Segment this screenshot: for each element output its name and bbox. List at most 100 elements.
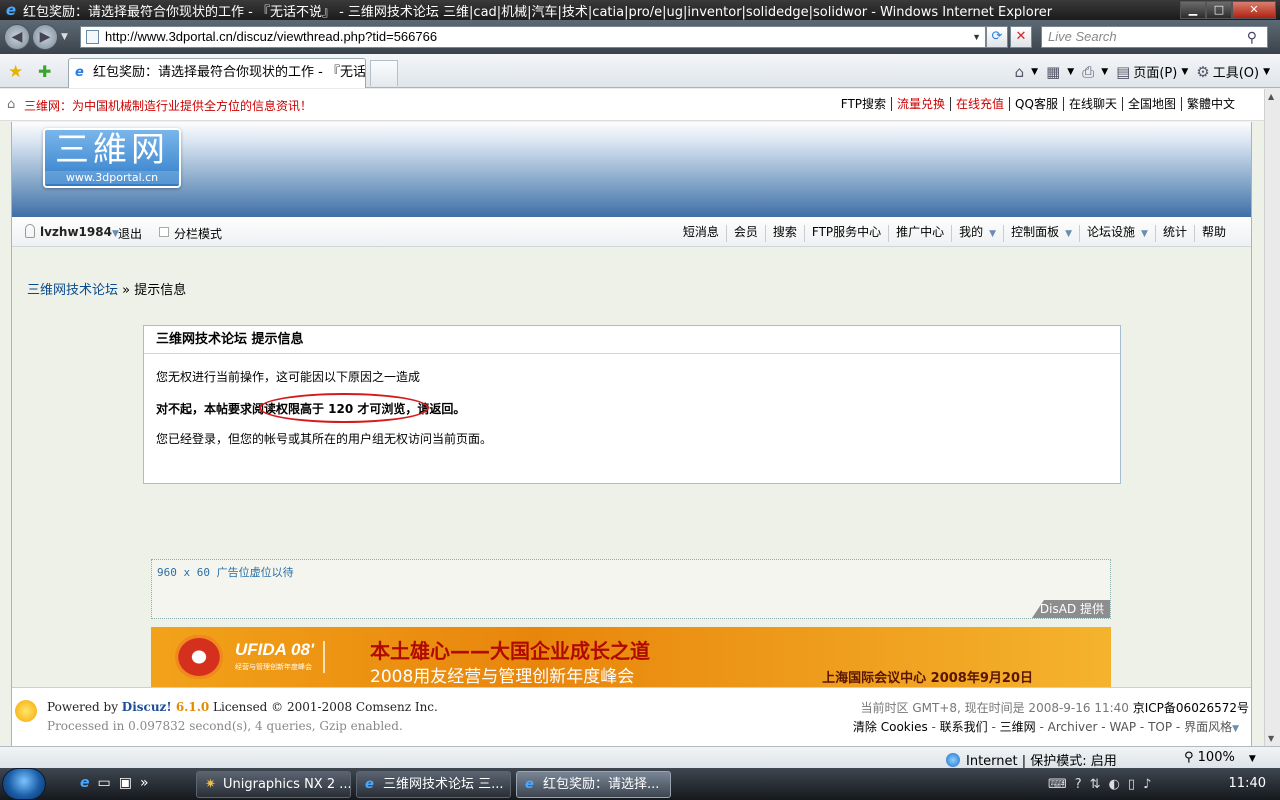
breadcrumb-home[interactable]: 三维网技术论坛	[27, 283, 118, 298]
ad-placeholder[interactable]: 960 x 60 广告位虚位以待 DisAD 提供	[151, 559, 1111, 619]
toplink-recharge[interactable]: 在线充值	[950, 97, 1009, 111]
security-zone[interactable]: Internet | 保护模式: 启用	[946, 750, 1117, 769]
icp-link[interactable]: 京ICP备06026572号	[1133, 701, 1249, 715]
ad-placeholder-text[interactable]: 960 x 60 广告位虚位以待	[157, 564, 294, 580]
menu-mine[interactable]: 我的 ▼	[951, 225, 1003, 242]
toplink-ftp-search[interactable]: FTP搜索	[836, 97, 891, 111]
scroll-up-icon[interactable]: ▲	[1268, 92, 1274, 101]
logout-link[interactable]: 退出	[118, 225, 142, 242]
menu-facilities[interactable]: 论坛设施 ▼	[1079, 225, 1155, 242]
back-button[interactable]: ◀	[4, 24, 30, 50]
tools-menu-label: 工具(O)	[1212, 66, 1260, 81]
menu-facilities-label: 论坛设施	[1087, 225, 1136, 239]
forward-button[interactable]: ▶	[32, 24, 58, 50]
toplink-traditional[interactable]: 繁體中文	[1180, 97, 1240, 111]
taskbar-item-forum[interactable]: e 三维网技术论坛 三...	[356, 771, 511, 798]
volume-icon[interactable]: ♪	[1143, 777, 1151, 792]
toplink-chat[interactable]: 在线聊天	[1062, 97, 1122, 111]
chevron-down-icon: ▼	[989, 229, 997, 239]
menu-ftp[interactable]: FTP服务中心	[803, 225, 888, 242]
print-button[interactable]: ⎙ ▼	[1082, 63, 1108, 81]
bulb-icon	[15, 700, 37, 722]
ufida-logo-icon	[175, 635, 223, 679]
menu-stats[interactable]: 统计	[1154, 225, 1194, 242]
chevron-down-icon: ▼	[1101, 66, 1109, 77]
toplink-traffic-exchange[interactable]: 流量兑换	[891, 97, 950, 111]
ie-icon: e	[525, 777, 534, 792]
ie-quicklaunch-icon[interactable]: e	[80, 775, 90, 791]
network-icon[interactable]: ⇅	[1090, 777, 1101, 792]
taskbar-item-unigraphics[interactable]: ✷ Unigraphics NX 2 ...	[196, 771, 351, 798]
message-header: 三维网技术论坛 提示信息	[144, 326, 1120, 354]
add-favorite-icon[interactable]: ✚	[38, 62, 51, 81]
minimize-button[interactable]: ▁	[1180, 1, 1206, 19]
tab-active[interactable]: e 红包奖励：请选择最符合你现状的工作 - 『无话...	[68, 58, 366, 88]
window-controls: ▁ □ ✕	[1180, 1, 1276, 19]
disad-badge[interactable]: DisAD 提供	[1032, 600, 1110, 618]
split-mode-label[interactable]: 分栏模式	[174, 225, 222, 242]
forward-icon: ▶	[39, 29, 51, 45]
discuz-link[interactable]: Discuz!	[122, 700, 172, 714]
footer-top[interactable]: TOP	[1148, 720, 1172, 734]
home-icon[interactable]: ⌂	[7, 97, 15, 112]
menu-members[interactable]: 会员	[725, 225, 765, 242]
footer-archiver[interactable]: Archiver	[1048, 720, 1098, 734]
refresh-button[interactable]: ⟳	[986, 26, 1008, 48]
favorites-star-icon[interactable]: ★	[8, 62, 23, 82]
chevron-down-icon: ▼	[1248, 754, 1256, 764]
toplink-qq-service[interactable]: QQ客服	[1009, 97, 1063, 111]
menu-promotion[interactable]: 推广中心	[888, 225, 951, 242]
chevron-down-icon: ▼	[1067, 66, 1075, 77]
status-bar: Internet | 保护模式: 启用 ⚲ 100% ▼	[0, 746, 1280, 769]
address-dropdown-icon[interactable]: ▼	[972, 27, 981, 47]
clock[interactable]: 11:40	[1229, 776, 1266, 791]
stop-icon: ✕	[1015, 29, 1027, 44]
display-icon[interactable]: ▯	[1128, 777, 1135, 792]
chevron-down-icon: ▼	[1031, 66, 1039, 77]
user-navbar: lvzhw1984▼ 退出 分栏模式 短消息 会员 搜索 FTP服务中心 推广中…	[12, 217, 1251, 247]
search-icon[interactable]: ⚲	[1247, 27, 1257, 47]
footer-wap[interactable]: WAP	[1109, 720, 1136, 734]
tools-menu[interactable]: ⚙ 工具(O) ▼	[1196, 62, 1270, 82]
maximize-button[interactable]: □	[1206, 1, 1232, 19]
switch-windows-icon[interactable]: ▣	[119, 775, 132, 791]
nx-icon: ✷	[205, 777, 216, 792]
page-menu[interactable]: ▤ 页面(P) ▼	[1116, 62, 1188, 82]
zoom-control[interactable]: ⚲ 100% ▼	[1184, 750, 1256, 765]
menu-help[interactable]: 帮助	[1193, 225, 1233, 242]
menu-messages[interactable]: 短消息	[676, 225, 726, 242]
feeds-button[interactable]: ▦ ▼	[1046, 63, 1074, 81]
close-window-button[interactable]: ✕	[1232, 1, 1276, 19]
history-dropdown[interactable]: ▼	[61, 32, 68, 42]
footer-home[interactable]: 三维网	[1000, 720, 1036, 734]
home-button[interactable]: ⌂ ▼	[1015, 63, 1038, 81]
footer-links: 清除 Cookies - 联系我们 - 三维网 - Archiver - WAP…	[852, 720, 1239, 734]
overflow-icon[interactable]: »	[140, 775, 149, 791]
desktop-icon[interactable]: ▭	[98, 775, 111, 791]
stop-button[interactable]: ✕	[1010, 26, 1032, 48]
tab-title: 红包奖励：请选择最符合你现状的工作 - 『无话...	[93, 65, 366, 80]
new-tab-button[interactable]	[370, 60, 398, 86]
search-input[interactable]: Live Search ⚲	[1041, 26, 1268, 48]
help-icon[interactable]: ?	[1075, 777, 1082, 792]
footer-clear-cookies[interactable]: 清除 Cookies	[853, 720, 928, 734]
task-label: 红包奖励：请选择...	[543, 777, 660, 792]
site-logo[interactable]: 三維网 www.3dportal.cn	[43, 128, 181, 188]
zone-text: Internet | 保护模式: 启用	[966, 754, 1117, 769]
toplink-map[interactable]: 全国地图	[1121, 97, 1181, 111]
chevron-down-icon: ▼	[1232, 724, 1239, 734]
footer-style[interactable]: 界面风格	[1184, 720, 1232, 734]
app-tray-icon[interactable]: ◐	[1109, 777, 1120, 792]
split-mode-checkbox[interactable]	[159, 227, 169, 237]
taskbar-item-current[interactable]: e 红包奖励：请选择...	[516, 771, 671, 798]
scroll-down-icon[interactable]: ▼	[1268, 734, 1274, 743]
footer-contact[interactable]: 联系我们	[940, 720, 988, 734]
address-bar[interactable]: http://www.3dportal.cn/discuz/viewthread…	[80, 26, 986, 48]
banner-ad[interactable]: UFIDA 08' 经营与管理创新年度峰会 本土雄心——大国企业成长之道 200…	[151, 627, 1111, 687]
menu-search[interactable]: 搜索	[764, 225, 804, 242]
keyboard-icon[interactable]: ⌨	[1048, 777, 1067, 792]
start-orb-icon[interactable]	[2, 768, 46, 800]
menu-control-panel[interactable]: 控制面板 ▼	[1003, 225, 1079, 242]
username-link[interactable]: lvzhw1984▼	[40, 225, 119, 239]
vertical-scrollbar[interactable]: ▲ ▼	[1264, 89, 1280, 746]
